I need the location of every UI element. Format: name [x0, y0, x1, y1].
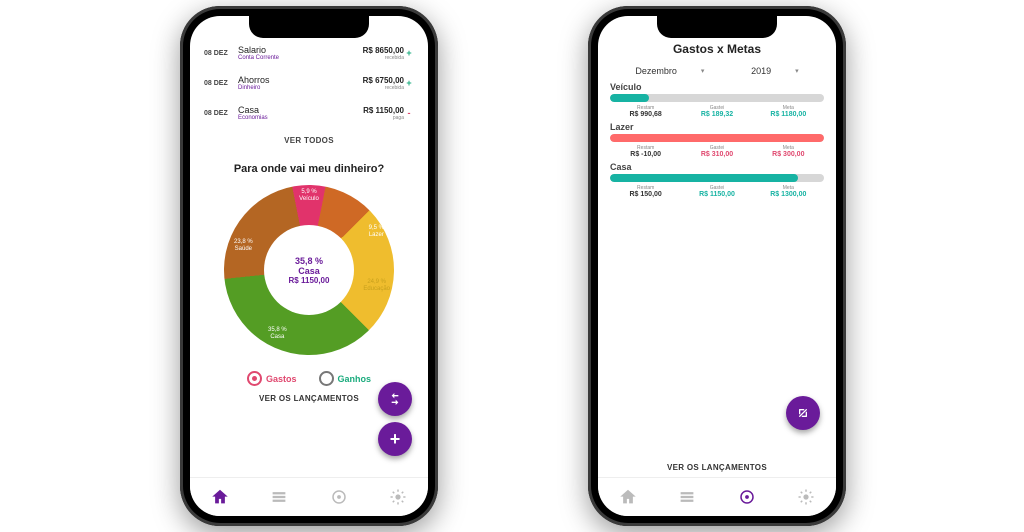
target-icon — [330, 488, 348, 506]
list-icon — [270, 488, 288, 506]
transaction-row[interactable]: 08 DEZ Casa Economias R$ 1150,00 paga - — [204, 98, 414, 128]
slice-label-lazer: 9,5 %Lazer — [369, 225, 384, 238]
transaction-row[interactable]: 08 DEZ Salario Conta Corrente R$ 8650,00… — [204, 38, 414, 68]
year-selector[interactable]: 2019 ▾ — [751, 66, 799, 76]
tx-title: Salario — [238, 45, 363, 55]
tx-title: Ahorros — [238, 75, 363, 85]
tab-settings[interactable] — [389, 488, 407, 506]
tab-target[interactable] — [330, 488, 348, 506]
screen-left: 08 DEZ Salario Conta Corrente R$ 8650,00… — [190, 16, 428, 516]
goal-progress-bar — [610, 94, 824, 102]
tx-date: 08 DEZ — [204, 110, 238, 117]
tab-home[interactable] — [211, 488, 229, 506]
goal-progress-bar — [610, 174, 824, 182]
minus-icon: - — [404, 108, 414, 118]
goal-progress-fill — [610, 174, 798, 182]
add-fab[interactable]: + — [378, 422, 412, 456]
swap-fab[interactable] — [786, 396, 820, 430]
slice-label-casa: 35,8 %Casa — [268, 327, 287, 340]
gear-icon — [797, 488, 815, 506]
tx-status: recebida — [363, 55, 404, 61]
tx-status: paga — [363, 115, 404, 121]
goal-name: Casa — [610, 162, 824, 172]
notch — [249, 16, 369, 38]
tx-status: recebida — [363, 85, 404, 91]
tx-subtitle: Dinheiro — [238, 85, 363, 91]
goal-progress-bar — [610, 134, 824, 142]
month-selector[interactable]: Dezembro ▾ — [635, 66, 704, 76]
gear-icon — [389, 488, 407, 506]
section-title: Para onde vai meu dinheiro? — [190, 163, 428, 175]
tx-date: 08 DEZ — [204, 50, 238, 57]
phone-frame-left: 08 DEZ Salario Conta Corrente R$ 8650,00… — [180, 6, 438, 526]
home-icon — [619, 488, 637, 506]
screen-right: Gastos x Metas Dezembro ▾ 2019 ▾ Veículo — [598, 16, 836, 516]
donut-center-pct: 35,8 % — [264, 256, 354, 266]
goal-block[interactable]: Veículo RestamR$ 990,68 GasteiR$ 189,32 … — [598, 80, 836, 120]
notch — [657, 16, 777, 38]
goal-block[interactable]: Lazer RestamR$ -10,00 GasteiR$ 310,00 Me… — [598, 120, 836, 160]
tabbar — [598, 477, 836, 516]
tx-amount: R$ 1150,00 — [363, 106, 404, 115]
tx-title: Casa — [238, 105, 363, 115]
goal-progress-fill — [610, 94, 649, 102]
donut-center-value: R$ 1150,00 — [264, 276, 354, 285]
tx-subtitle: Economias — [238, 115, 363, 121]
tab-list[interactable] — [270, 488, 288, 506]
tx-amount: R$ 8650,00 — [363, 46, 404, 55]
plus-icon: + — [390, 429, 401, 450]
swap-fab[interactable] — [378, 382, 412, 416]
target-icon — [738, 488, 756, 506]
goal-block[interactable]: Casa RestamR$ 150,00 GasteiR$ 1150,00 Me… — [598, 160, 836, 200]
home-icon — [211, 488, 229, 506]
chevron-down-icon: ▾ — [701, 67, 705, 75]
tab-target[interactable] — [738, 488, 756, 506]
see-launch-button[interactable]: VER OS LANÇAMENTOS — [598, 463, 836, 472]
plus-icon: + — [404, 48, 414, 58]
slice-label-saude: 23,8 %Saúde — [234, 239, 253, 252]
page-title: Gastos x Metas — [598, 42, 836, 56]
period-selectors: Dezembro ▾ 2019 ▾ — [598, 56, 836, 80]
donut-center-label: Casa — [264, 266, 354, 276]
donut-chart[interactable]: 35,8 % Casa R$ 1150,00 5,9 %Veículo 9,5 … — [190, 179, 428, 379]
tx-amount: R$ 6750,00 — [363, 76, 404, 85]
tx-subtitle: Conta Corrente — [238, 55, 363, 61]
slice-label-educacao: 24,9 %Educação — [363, 279, 390, 292]
tab-home[interactable] — [619, 488, 637, 506]
goal-progress-fill — [610, 134, 824, 142]
phone-frame-right: Gastos x Metas Dezembro ▾ 2019 ▾ Veículo — [588, 6, 846, 526]
plus-icon: + — [404, 78, 414, 88]
month-value: Dezembro — [635, 66, 677, 76]
swap-icon — [387, 391, 403, 407]
slice-label-veiculo: 5,9 %Veículo — [299, 189, 319, 202]
transaction-row[interactable]: 08 DEZ Ahorros Dinheiro R$ 6750,00 receb… — [204, 68, 414, 98]
tab-list[interactable] — [678, 488, 696, 506]
year-value: 2019 — [751, 66, 771, 76]
tab-settings[interactable] — [797, 488, 815, 506]
tabbar — [190, 477, 428, 516]
donut-center: 35,8 % Casa R$ 1150,00 — [264, 225, 354, 315]
list-icon — [678, 488, 696, 506]
see-all-button[interactable]: VER TODOS — [190, 128, 428, 153]
tx-date: 08 DEZ — [204, 80, 238, 87]
goal-name: Lazer — [610, 122, 824, 132]
chevron-down-icon: ▾ — [795, 67, 799, 75]
swap-diag-icon — [795, 405, 811, 421]
goal-name: Veículo — [610, 82, 824, 92]
